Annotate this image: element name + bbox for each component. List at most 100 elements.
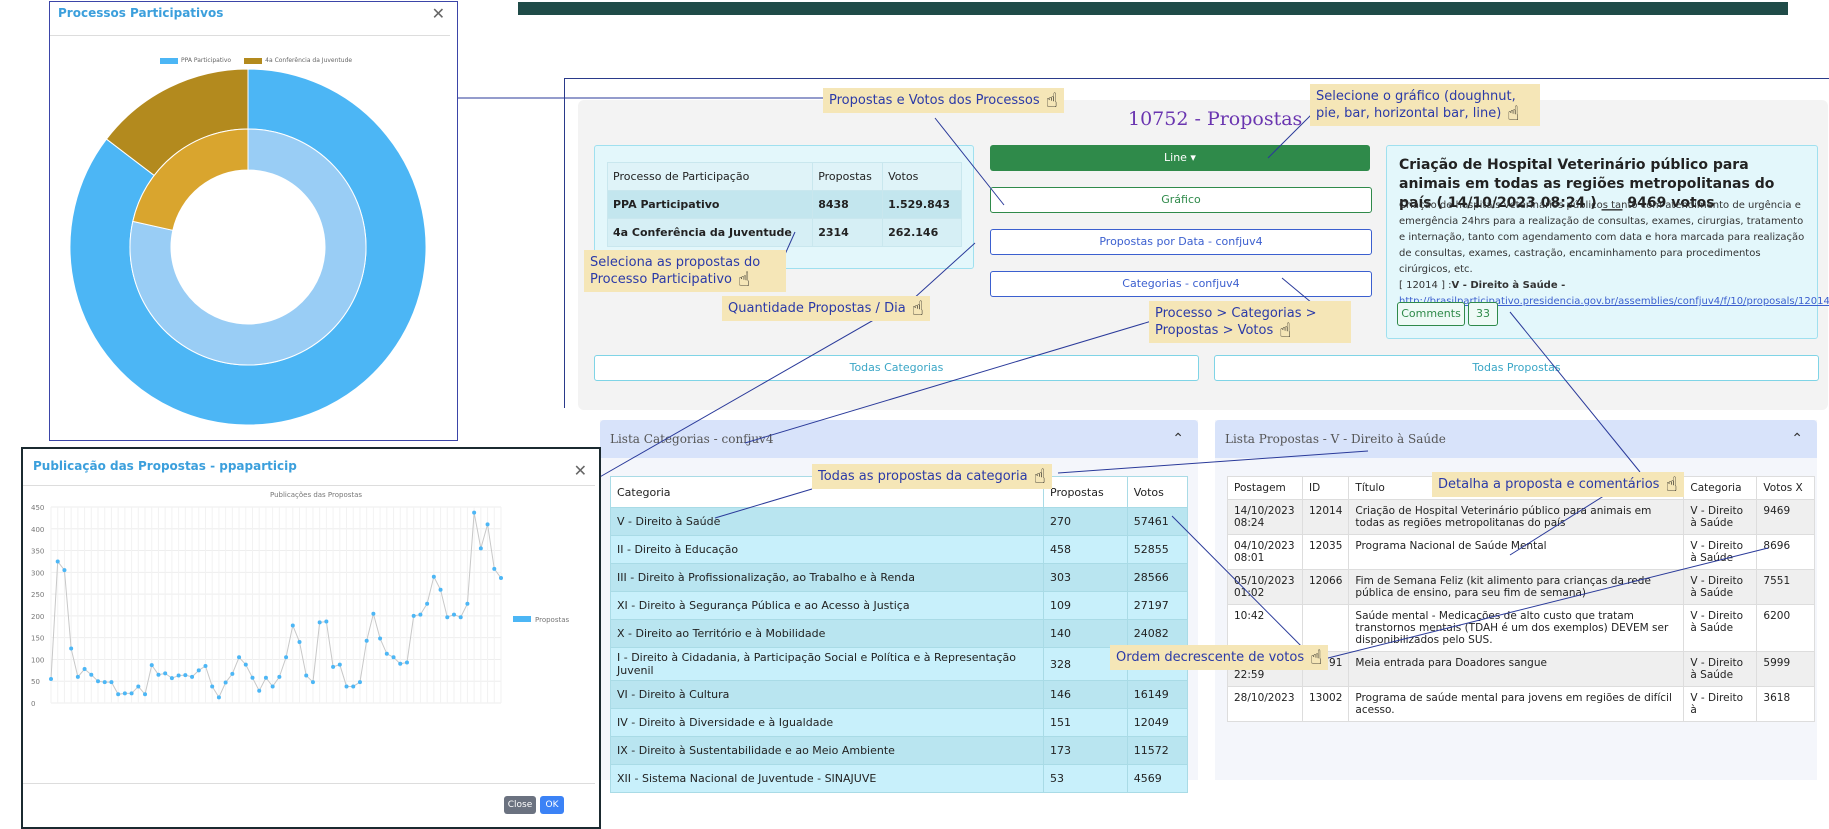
data-point[interactable] [116,692,121,697]
data-point[interactable] [398,661,403,666]
data-point[interactable] [304,673,309,678]
data-point[interactable] [378,636,383,641]
data-point[interactable] [458,615,463,620]
data-point[interactable] [176,673,181,678]
data-point[interactable] [69,646,74,651]
data-point[interactable] [129,691,134,696]
data-point[interactable] [163,671,168,676]
data-point[interactable] [149,663,154,668]
data-point[interactable] [492,566,497,571]
data-point[interactable] [82,667,87,672]
data-point[interactable] [250,675,255,680]
data-point[interactable] [445,615,450,620]
y-tick-label: 300 [31,569,44,577]
data-point[interactable] [485,522,490,527]
dialog-title: Processos Participativos [58,6,224,20]
hand-pointer-icon: ☝ [911,296,924,320]
data-point[interactable] [384,651,389,656]
data-point[interactable] [230,671,235,676]
data-point[interactable] [284,655,289,660]
hand-pointer-icon: ☝ [1279,318,1292,342]
annotation-proposals-votes: Propostas e Votos dos Processos ☝ [823,88,1064,113]
data-point[interactable] [344,684,349,689]
data-point[interactable] [478,546,483,551]
dialog-divider [50,35,450,36]
y-tick-label: 50 [31,678,40,686]
data-point[interactable] [122,691,127,696]
y-tick-label: 0 [31,700,35,708]
y-tick-label: 450 [31,504,44,512]
data-point[interactable] [290,623,295,628]
data-point[interactable] [216,695,221,700]
y-tick-label: 150 [31,635,44,643]
data-point[interactable] [357,680,362,685]
annotation-text: Quantidade Propostas / Dia [728,301,906,316]
annotation-process-hierarchy: Processo > Categorias > Propostas > Voto… [1149,301,1351,343]
data-point[interactable] [243,662,248,667]
data-point[interactable] [210,684,215,689]
data-point[interactable] [156,672,161,677]
data-point[interactable] [62,568,67,573]
hand-pointer-icon: ☝ [1310,645,1323,669]
data-point[interactable] [451,612,456,617]
data-point[interactable] [371,611,376,616]
close-icon[interactable]: ✕ [432,4,445,23]
annotation-text: Seleciona as propostas do Processo Parti… [590,255,761,287]
data-point[interactable] [169,676,174,681]
data-point[interactable] [263,675,268,680]
data-point[interactable] [237,655,242,660]
data-point[interactable] [55,559,60,564]
data-point[interactable] [109,680,114,685]
doughnut-chart [69,68,427,426]
data-point[interactable] [190,674,195,679]
data-point[interactable] [96,679,101,684]
data-point[interactable] [391,655,396,660]
data-point[interactable] [418,612,423,617]
line-chart: Publicações das Propostas 0 50 100 150 200 25… [31,491,570,708]
data-point[interactable] [277,674,282,679]
dialog-divider [23,783,595,784]
data-point[interactable] [331,664,336,669]
data-point[interactable] [89,672,94,677]
close-button[interactable]: Close [504,796,536,814]
y-tick-label: 250 [31,591,44,599]
data-point[interactable] [364,638,369,643]
data-point[interactable] [337,662,342,667]
data-point[interactable] [257,688,262,693]
data-point[interactable] [143,692,148,697]
data-point[interactable] [102,680,107,685]
data-point[interactable] [196,668,201,673]
data-point[interactable] [438,587,443,592]
legend-label: Propostas [535,616,570,624]
annotation-text: Selecione o gráfico (doughnut, pie, bar,… [1316,89,1516,121]
data-point[interactable] [317,620,322,625]
data-point[interactable] [425,601,430,606]
hand-pointer-icon: ☝ [1665,472,1678,496]
y-tick-label: 200 [31,613,44,621]
y-tick-label: 350 [31,548,44,556]
data-point[interactable] [49,677,53,682]
annotation-text: Todas as propostas da categoria [818,469,1028,484]
data-point[interactable] [203,663,208,668]
line-chart-dialog: Publicação das Propostas - ppaparticip ✕… [21,447,601,829]
data-point[interactable] [310,680,315,685]
data-point[interactable] [136,684,141,689]
data-point[interactable] [183,673,188,678]
data-point[interactable] [404,660,409,665]
annotation-text: Detalha a proposta e comentários [1438,477,1660,492]
annotation-select-process: Seleciona as propostas do Processo Parti… [584,250,786,292]
data-point[interactable] [324,619,329,624]
data-point[interactable] [270,684,275,689]
data-point[interactable] [411,613,416,618]
data-point[interactable] [499,575,503,580]
close-icon[interactable]: ✕ [574,461,587,480]
ok-button[interactable]: OK [540,796,564,814]
data-point[interactable] [223,680,228,685]
annotation-select-chart: Selecione o gráfico (doughnut, pie, bar,… [1310,84,1540,126]
data-point[interactable] [465,601,470,606]
data-point[interactable] [351,684,356,689]
data-point[interactable] [75,674,80,679]
data-point[interactable] [472,510,477,515]
data-point[interactable] [297,640,302,645]
data-point[interactable] [431,574,436,579]
